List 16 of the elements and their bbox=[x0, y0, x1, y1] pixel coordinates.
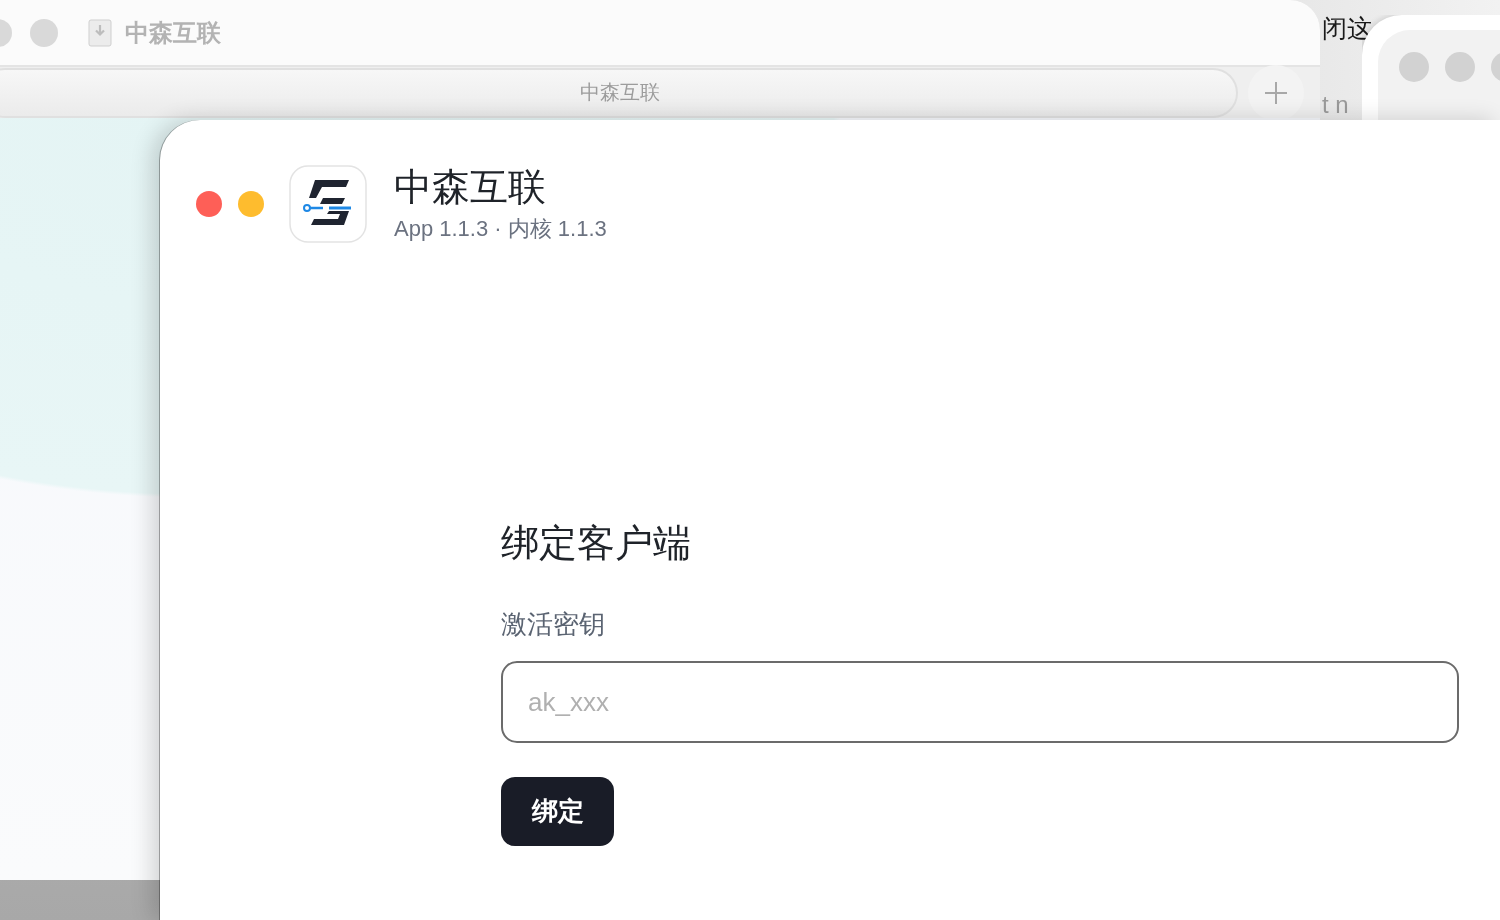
plus-icon bbox=[1265, 81, 1287, 104]
key-input[interactable]: ak_xxx bbox=[501, 661, 1459, 743]
window-title: 中森互联 bbox=[125, 17, 221, 48]
window-close-button[interactable] bbox=[196, 191, 222, 217]
form-heading: 绑定客户端 bbox=[501, 521, 691, 565]
version-text: App 1.1.3 · 内核 1.1.3 bbox=[394, 215, 607, 243]
window-control-button[interactable] bbox=[1445, 52, 1475, 82]
window-control-button[interactable] bbox=[30, 18, 58, 47]
bind-button[interactable]: 绑定 bbox=[501, 777, 614, 846]
field-label: 激活密钥 bbox=[501, 608, 605, 640]
app-logo-icon bbox=[289, 165, 367, 243]
file-icon bbox=[88, 18, 112, 47]
window-control-button[interactable] bbox=[1399, 52, 1429, 82]
window-minimize-button[interactable] bbox=[238, 191, 264, 217]
window-text: t n bbox=[1322, 90, 1349, 120]
app-name: 中森互联 bbox=[394, 165, 546, 209]
